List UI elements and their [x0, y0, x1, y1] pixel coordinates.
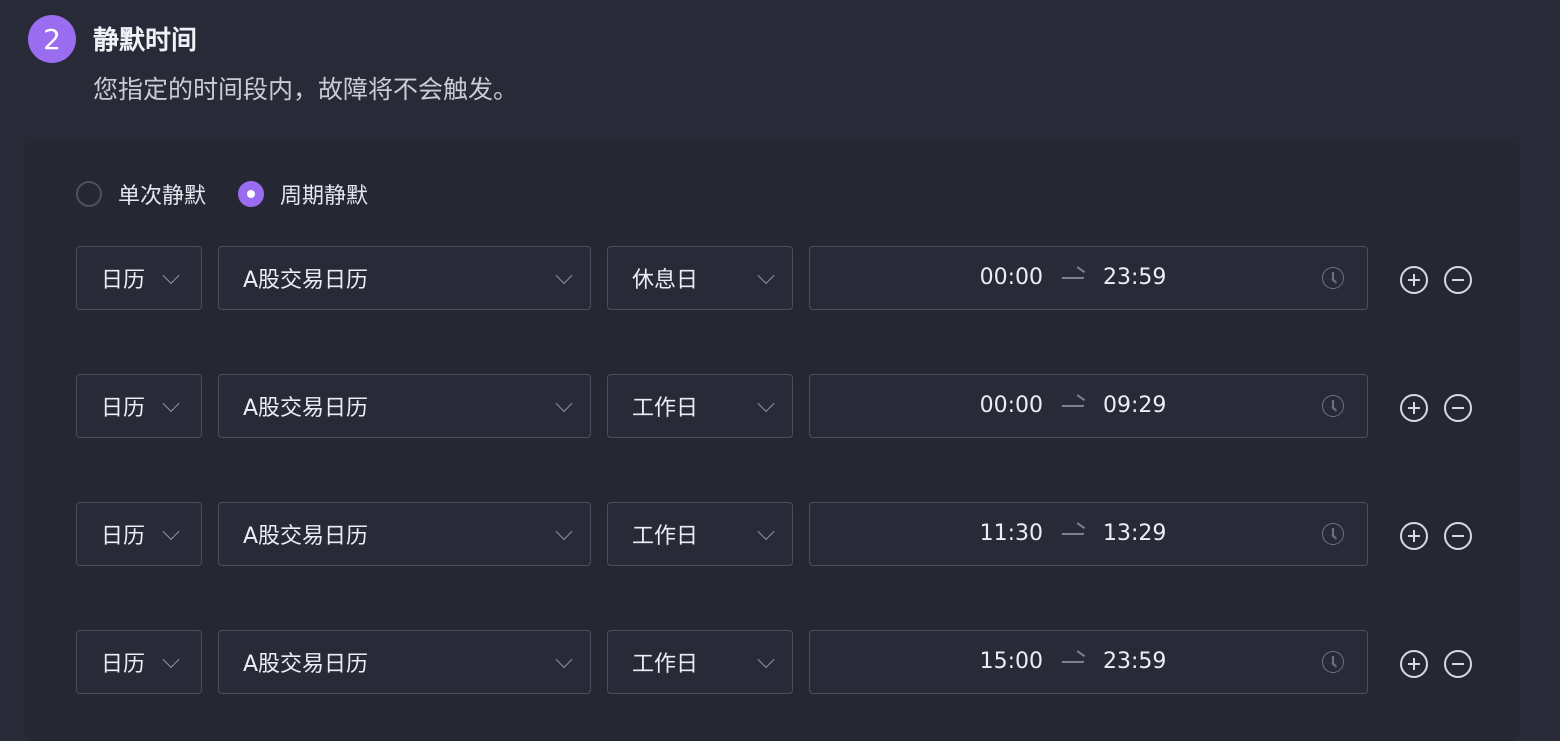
rule-type-value: 日历	[101, 524, 146, 549]
day-type-value: 工作日	[632, 396, 699, 421]
end-time: 09:29	[1103, 393, 1167, 418]
chevron-down-icon	[555, 395, 573, 413]
rule-type-select[interactable]: 日历	[76, 630, 202, 694]
remove-row-button[interactable]	[1444, 522, 1472, 550]
rule-type-select[interactable]: 日历	[76, 246, 202, 310]
add-row-button[interactable]	[1400, 266, 1428, 294]
start-time: 00:00	[979, 393, 1043, 418]
calendar-value: A股交易日历	[243, 524, 369, 549]
add-row-button[interactable]	[1400, 522, 1428, 550]
calendar-select[interactable]: A股交易日历	[218, 630, 591, 694]
calendar-select[interactable]: A股交易日历	[218, 246, 591, 310]
silence-mode-radio-group: 单次静默 周期静默	[76, 178, 400, 210]
calendar-value: A股交易日历	[243, 652, 369, 677]
time-range-picker[interactable]: 00:00 09:29	[809, 374, 1368, 438]
start-time: 15:00	[979, 649, 1043, 674]
step-badge: 2	[28, 15, 76, 63]
period-row: 日历 A股交易日历 工作日 00:00 09:29	[76, 374, 1496, 438]
clock-icon	[1322, 267, 1344, 289]
start-time: 00:00	[979, 265, 1043, 290]
chevron-down-icon	[162, 395, 180, 413]
remove-row-button[interactable]	[1444, 650, 1472, 678]
period-row: 日历 A股交易日历 工作日 15:00 23:59	[76, 630, 1496, 694]
day-type-select[interactable]: 工作日	[607, 374, 793, 438]
clock-icon	[1322, 651, 1344, 673]
time-range-picker[interactable]: 15:00 23:59	[809, 630, 1368, 694]
calendar-value: A股交易日历	[243, 268, 369, 293]
chevron-down-icon	[555, 523, 573, 541]
arrow-right-icon	[1062, 405, 1084, 407]
day-type-value: 工作日	[632, 652, 699, 677]
chevron-down-icon	[757, 267, 775, 285]
end-time: 23:59	[1103, 649, 1167, 674]
chevron-down-icon	[162, 267, 180, 285]
period-row: 日历 A股交易日历 休息日 00:00 23:59	[76, 246, 1496, 310]
arrow-right-icon	[1062, 661, 1084, 663]
rule-type-select[interactable]: 日历	[76, 502, 202, 566]
day-type-value: 工作日	[632, 524, 699, 549]
chevron-down-icon	[757, 651, 775, 669]
time-range-picker[interactable]: 11:30 13:29	[809, 502, 1368, 566]
rule-type-value: 日历	[101, 268, 146, 293]
time-range-picker[interactable]: 00:00 23:59	[809, 246, 1368, 310]
chevron-down-icon	[162, 523, 180, 541]
chevron-down-icon	[555, 267, 573, 285]
radio-periodic-silence[interactable]: 周期静默	[238, 178, 368, 210]
add-row-button[interactable]	[1400, 650, 1428, 678]
rule-type-value: 日历	[101, 396, 146, 421]
day-type-value: 休息日	[632, 268, 699, 293]
clock-icon	[1322, 395, 1344, 417]
end-time: 13:29	[1103, 521, 1167, 546]
rule-type-value: 日历	[101, 652, 146, 677]
remove-row-button[interactable]	[1444, 394, 1472, 422]
radio-label: 周期静默	[280, 184, 369, 209]
chevron-down-icon	[555, 651, 573, 669]
radio-circle-unchecked[interactable]	[76, 181, 102, 207]
section-title: 静默时间	[93, 26, 198, 56]
arrow-right-icon	[1062, 533, 1084, 535]
end-time: 23:59	[1103, 265, 1167, 290]
start-time: 11:30	[979, 521, 1043, 546]
calendar-select[interactable]: A股交易日历	[218, 502, 591, 566]
add-row-button[interactable]	[1400, 394, 1428, 422]
clock-icon	[1322, 523, 1344, 545]
section-description: 您指定的时间段内，故障将不会触发。	[93, 75, 519, 104]
arrow-right-icon	[1062, 277, 1084, 279]
day-type-select[interactable]: 工作日	[607, 630, 793, 694]
calendar-select[interactable]: A股交易日历	[218, 374, 591, 438]
period-row: 日历 A股交易日历 工作日 11:30 13:29	[76, 502, 1496, 566]
radio-label: 单次静默	[118, 184, 207, 209]
day-type-select[interactable]: 休息日	[607, 246, 793, 310]
radio-circle-checked[interactable]	[238, 181, 265, 207]
radio-single-silence[interactable]: 单次静默	[76, 178, 206, 210]
day-type-select[interactable]: 工作日	[607, 502, 793, 566]
calendar-value: A股交易日历	[243, 396, 369, 421]
rule-type-select[interactable]: 日历	[76, 374, 202, 438]
chevron-down-icon	[162, 651, 180, 669]
remove-row-button[interactable]	[1444, 266, 1472, 294]
chevron-down-icon	[757, 523, 775, 541]
chevron-down-icon	[757, 395, 775, 413]
